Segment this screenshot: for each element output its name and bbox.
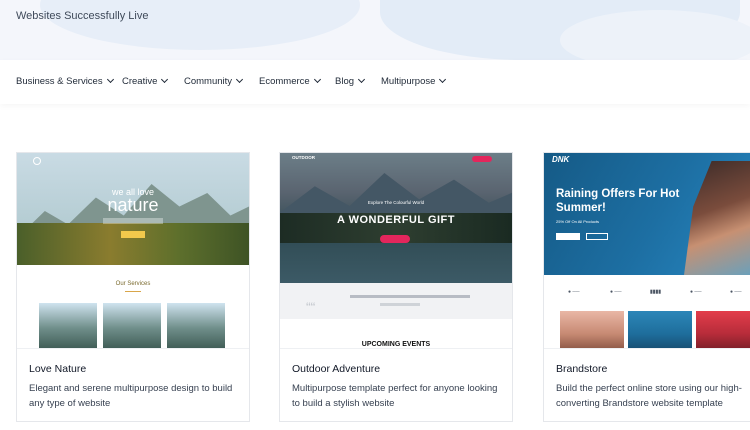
chevron-down-icon xyxy=(313,75,321,84)
preview-forest xyxy=(17,223,249,265)
chevron-down-icon xyxy=(357,75,366,84)
brand-logo: ● ── xyxy=(730,289,742,295)
brand-logo: ● ── xyxy=(610,289,622,295)
preview-button xyxy=(556,233,580,240)
card-description: Multipurpose template perfect for anyone… xyxy=(292,383,498,409)
preview-subtext: 25% Off On All Products xyxy=(556,219,600,224)
nav-label: Business & Services xyxy=(16,76,103,87)
preview-product-image xyxy=(628,311,692,348)
preview-headline: nature xyxy=(107,195,159,215)
decorative-shape xyxy=(40,0,360,50)
preview-divider xyxy=(125,291,141,292)
nav-label: Blog xyxy=(335,76,355,87)
brand-logo: ● ── xyxy=(568,289,580,295)
chevron-down-icon xyxy=(236,75,244,84)
card-title[interactable]: Outdoor Adventure xyxy=(292,363,380,375)
template-preview[interactable]: OUTDOOR Explore The Colourful World A WO… xyxy=(280,153,512,349)
preview-section-title: UPCOMING EVENTS xyxy=(361,341,431,348)
nav-creative[interactable]: Creative xyxy=(122,75,169,87)
nav-label: Multipurpose xyxy=(381,76,436,87)
template-preview[interactable]: we all love nature Our Services xyxy=(17,153,249,349)
hero-banner: Websites Successfully Live xyxy=(0,0,750,60)
nav-label: Creative xyxy=(122,76,158,87)
card-description: Build the perfect online store using our… xyxy=(556,383,742,409)
preview-headline: Raining Offers For Hot Summer! xyxy=(556,188,680,214)
preview-logo: DNK xyxy=(552,155,570,164)
template-card-outdoor-adventure[interactable]: OUTDOOR Explore The Colourful World A WO… xyxy=(279,152,513,422)
preview-subtext xyxy=(103,218,163,224)
preview-tagline: Explore The Colourful World xyxy=(367,200,425,205)
quote-icon: ““ xyxy=(306,299,316,315)
nav-business-services[interactable]: Business & Services xyxy=(16,75,114,87)
preview-logo: OUTDOOR xyxy=(292,155,315,160)
hero-heading: Websites Successfully Live xyxy=(16,10,149,22)
brand-logo: ▮▮▮▮ xyxy=(650,289,662,295)
preview-button xyxy=(380,235,410,243)
card-title[interactable]: Love Nature xyxy=(29,363,86,375)
preview-quote-line xyxy=(350,295,470,298)
preview-headline: A WONDERFUL GIFT xyxy=(337,214,455,226)
brand-logo: ● ── xyxy=(690,289,702,295)
category-nav: Business & Services Creative Community E… xyxy=(0,60,750,104)
nav-label: Ecommerce xyxy=(259,76,310,87)
preview-button xyxy=(586,233,608,240)
nav-multipurpose[interactable]: Multipurpose xyxy=(381,75,447,87)
card-title[interactable]: Brandstore xyxy=(556,363,607,375)
nav-community[interactable]: Community xyxy=(184,75,244,87)
chevron-down-icon xyxy=(106,75,114,84)
preview-image xyxy=(39,303,97,348)
nav-blog[interactable]: Blog xyxy=(335,75,366,87)
preview-nav-button xyxy=(472,156,492,162)
chevron-down-icon xyxy=(161,75,169,84)
preview-product-image xyxy=(696,311,750,348)
template-card-love-nature[interactable]: we all love nature Our Services Love Nat… xyxy=(16,152,250,422)
nav-label: Community xyxy=(184,76,233,87)
preview-quote-line xyxy=(380,303,420,306)
preview-button xyxy=(121,231,145,238)
preview-product-image xyxy=(560,311,624,348)
card-description: Elegant and serene multipurpose design t… xyxy=(29,383,233,409)
preview-section-title: Our Services xyxy=(115,281,151,287)
template-preview[interactable]: DNK Raining Offers For Hot Summer! 25% O… xyxy=(544,153,750,349)
chevron-down-icon xyxy=(439,75,447,84)
preview-brand-logos: ● ── ● ── ▮▮▮▮ ● ── ● ── xyxy=(544,289,750,301)
template-card-brandstore[interactable]: DNK Raining Offers For Hot Summer! 25% O… xyxy=(543,152,750,422)
preview-logo xyxy=(33,157,41,165)
nav-ecommerce[interactable]: Ecommerce xyxy=(259,75,321,87)
preview-image xyxy=(103,303,161,348)
preview-image xyxy=(167,303,225,348)
